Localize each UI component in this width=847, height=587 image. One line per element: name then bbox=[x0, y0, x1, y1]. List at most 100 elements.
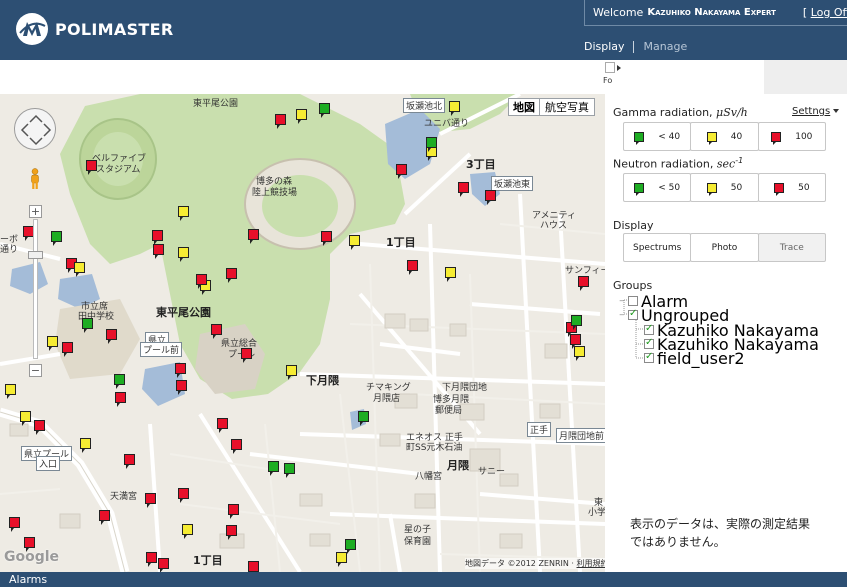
green-device-marker[interactable] bbox=[345, 539, 356, 554]
green-device-marker[interactable] bbox=[571, 315, 582, 330]
red-device-marker[interactable] bbox=[24, 537, 35, 552]
zoom-slider-thumb[interactable] bbox=[28, 251, 43, 259]
yellow-device-marker[interactable] bbox=[178, 206, 189, 221]
yellow-device-marker[interactable] bbox=[182, 524, 193, 539]
red-device-marker[interactable] bbox=[152, 230, 163, 245]
green-device-marker[interactable] bbox=[284, 463, 295, 478]
red-device-marker[interactable] bbox=[106, 329, 117, 344]
green-device-marker[interactable] bbox=[114, 374, 125, 389]
red-device-marker[interactable] bbox=[570, 334, 581, 349]
group-alarm-checkbox[interactable] bbox=[628, 296, 638, 306]
red-device-marker[interactable] bbox=[115, 392, 126, 407]
green-device-marker[interactable] bbox=[82, 318, 93, 333]
yellow-device-marker[interactable] bbox=[349, 235, 360, 250]
collapse-icon[interactable]: − bbox=[619, 311, 628, 319]
display-title: Display bbox=[613, 219, 654, 232]
red-device-marker[interactable] bbox=[228, 504, 239, 519]
red-device-marker[interactable] bbox=[34, 420, 45, 435]
yellow-device-marker[interactable] bbox=[80, 438, 91, 453]
red-device-marker[interactable] bbox=[226, 268, 237, 283]
spectrums-button[interactable]: Spectrums bbox=[623, 233, 692, 262]
red-device-marker[interactable] bbox=[178, 488, 189, 503]
red-device-marker[interactable] bbox=[248, 561, 259, 572]
red-device-marker[interactable] bbox=[196, 274, 207, 289]
red-device-marker[interactable] bbox=[241, 348, 252, 363]
disclaimer-line: 表示のデータは、実際の測定結果 bbox=[630, 517, 811, 531]
red-device-marker[interactable] bbox=[485, 190, 496, 205]
red-device-marker[interactable] bbox=[226, 525, 237, 540]
red-device-marker[interactable] bbox=[396, 164, 407, 179]
neutron-medium-button[interactable]: 50 bbox=[690, 173, 759, 202]
group-ungrouped-row[interactable]: − Ungrouped bbox=[619, 306, 729, 325]
green-device-marker[interactable] bbox=[358, 411, 369, 426]
red-device-marker[interactable] bbox=[248, 229, 259, 244]
neutron-low-button[interactable]: < 50 bbox=[623, 173, 692, 202]
trace-button[interactable]: Trace bbox=[757, 233, 826, 262]
group-ungrouped-checkbox[interactable] bbox=[628, 308, 638, 320]
red-device-marker[interactable] bbox=[145, 493, 156, 508]
panel-toggle[interactable]: Fo bbox=[594, 62, 621, 88]
yellow-device-marker[interactable] bbox=[445, 267, 456, 282]
photo-button[interactable]: Photo bbox=[690, 233, 759, 262]
red-marker-icon bbox=[774, 182, 785, 196]
user-checkbox[interactable] bbox=[644, 337, 654, 349]
yellow-device-marker[interactable] bbox=[574, 346, 585, 361]
red-device-marker[interactable] bbox=[9, 517, 20, 532]
red-device-marker[interactable] bbox=[458, 182, 469, 197]
red-device-marker[interactable] bbox=[217, 418, 228, 433]
green-device-marker[interactable] bbox=[268, 461, 279, 476]
red-device-marker[interactable] bbox=[407, 260, 418, 275]
red-device-marker[interactable] bbox=[211, 324, 222, 339]
map-type-satellite-button[interactable]: 航空写真 bbox=[540, 99, 594, 115]
alarms-tab[interactable]: Alarms bbox=[9, 572, 47, 587]
zoom-slider-track[interactable] bbox=[33, 219, 38, 359]
red-device-marker[interactable] bbox=[124, 454, 135, 469]
expand-arrow-icon[interactable] bbox=[617, 65, 621, 71]
red-device-marker[interactable] bbox=[158, 558, 169, 572]
red-device-marker[interactable] bbox=[231, 439, 242, 454]
expander-icon[interactable]: − bbox=[619, 297, 628, 305]
zoom-in-button[interactable]: + bbox=[29, 205, 42, 218]
yellow-device-marker[interactable] bbox=[336, 552, 347, 567]
red-device-marker[interactable] bbox=[153, 244, 164, 259]
red-device-marker[interactable] bbox=[321, 231, 332, 246]
red-device-marker[interactable] bbox=[176, 380, 187, 395]
red-device-marker[interactable] bbox=[99, 510, 110, 525]
yellow-device-marker[interactable] bbox=[47, 336, 58, 351]
red-device-marker[interactable] bbox=[62, 342, 73, 357]
yellow-device-marker[interactable] bbox=[5, 384, 16, 399]
gamma-medium-button[interactable]: 40 bbox=[690, 122, 759, 151]
red-device-marker[interactable] bbox=[578, 276, 589, 291]
red-device-marker[interactable] bbox=[146, 552, 157, 567]
settings-dropdown[interactable]: Settngs bbox=[792, 106, 840, 117]
gamma-low-button[interactable]: < 40 bbox=[623, 122, 692, 151]
map-type-map-button[interactable]: 地図 bbox=[509, 99, 540, 115]
yellow-device-marker[interactable] bbox=[449, 101, 460, 116]
zoom-out-button[interactable]: − bbox=[29, 364, 42, 377]
red-device-marker[interactable] bbox=[275, 114, 286, 129]
red-device-marker[interactable] bbox=[175, 363, 186, 378]
yellow-device-marker[interactable] bbox=[74, 262, 85, 277]
street-view-pegman-icon[interactable] bbox=[29, 168, 41, 190]
nav-display[interactable]: Display bbox=[584, 40, 625, 53]
user-checkbox[interactable] bbox=[644, 323, 654, 335]
pan-control[interactable] bbox=[14, 108, 56, 150]
user-row[interactable]: field_user2 bbox=[644, 349, 745, 368]
neutron-unit-exponent: -1 bbox=[735, 156, 744, 165]
yellow-device-marker[interactable] bbox=[286, 365, 297, 380]
neutron-high-button[interactable]: 50 bbox=[757, 173, 826, 202]
yellow-device-marker[interactable] bbox=[296, 109, 307, 124]
map-view[interactable]: 東平尾公園 坂瀬池北 ユニバ通り 3丁目 坂瀬池東 アメニティ ハウス 1丁目 … bbox=[0, 94, 605, 572]
gamma-high-button[interactable]: 100 bbox=[757, 122, 826, 151]
green-device-marker[interactable] bbox=[51, 231, 62, 246]
nav-manage[interactable]: Manage bbox=[644, 40, 688, 53]
green-device-marker[interactable] bbox=[426, 137, 437, 152]
yellow-device-marker[interactable] bbox=[20, 411, 31, 426]
yellow-device-marker[interactable] bbox=[178, 247, 189, 262]
logoff-link[interactable]: Log Off bbox=[811, 6, 847, 19]
user-checkbox[interactable] bbox=[644, 351, 654, 363]
red-device-marker[interactable] bbox=[86, 160, 97, 175]
terms-link[interactable]: 利用規約 bbox=[577, 559, 606, 568]
display-buttons: Spectrums Photo Trace bbox=[623, 233, 826, 262]
green-device-marker[interactable] bbox=[319, 103, 330, 118]
